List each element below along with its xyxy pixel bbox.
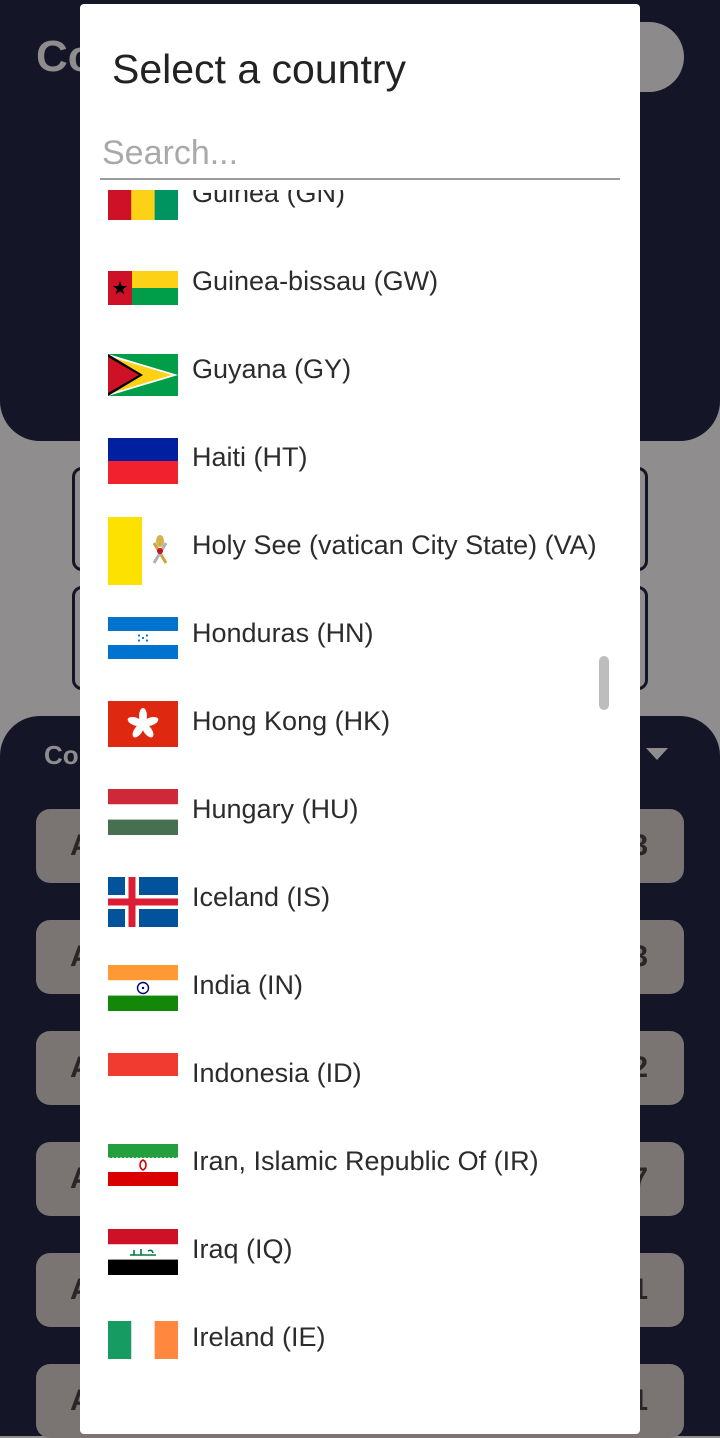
honduras-flag-icon: [108, 617, 178, 659]
search-input[interactable]: [100, 126, 620, 180]
ireland-flag-icon: [108, 1321, 178, 1359]
country-item-india[interactable]: India (IN): [80, 944, 640, 1032]
country-name: Ireland (IE): [192, 1322, 326, 1352]
country-item-honduras[interactable]: Honduras (HN): [80, 592, 640, 680]
country-name: Guyana (GY): [192, 354, 352, 384]
country-item-guinea[interactable]: Guinea (GN): [80, 190, 640, 240]
iceland-flag-icon: [108, 877, 178, 927]
country-item-haiti[interactable]: Haiti (HT): [80, 416, 640, 504]
country-name: Guinea (GN): [192, 190, 346, 208]
country-name: India (IN): [192, 970, 304, 1000]
guyana-flag-icon: [108, 354, 178, 396]
haiti-flag-icon: [108, 438, 178, 484]
country-picker-dialog: Select a country Guinea (GN) Guinea-biss…: [80, 4, 640, 1434]
hong-kong-flag-icon: [108, 701, 178, 747]
country-item-ireland[interactable]: Ireland (IE): [80, 1296, 640, 1384]
country-name: Hungary (HU): [192, 794, 359, 824]
country-item-guyana[interactable]: Guyana (GY): [80, 328, 640, 416]
background-section-title: Co: [44, 740, 79, 770]
country-name: Holy See (vatican City State) (VA): [192, 530, 597, 560]
list-scrollbar[interactable]: [599, 656, 609, 710]
guinea-flag-icon: [108, 190, 178, 220]
country-item-hungary[interactable]: Hungary (HU): [80, 768, 640, 856]
country-item-hong-kong[interactable]: Hong Kong (HK): [80, 680, 640, 768]
country-item-iran[interactable]: Iran, Islamic Republic Of (IR): [80, 1120, 640, 1208]
india-flag-icon: [108, 965, 178, 1011]
guinea-bissau-flag-icon: [108, 271, 178, 305]
indonesia-flag-icon: [108, 1053, 178, 1099]
country-item-partial[interactable]: [80, 1384, 640, 1434]
country-name: Iceland (IS): [192, 882, 331, 912]
iraq-flag-icon: [108, 1229, 178, 1275]
country-name: Iran, Islamic Republic Of (IR): [192, 1146, 539, 1176]
israel-flag-icon: [108, 1412, 178, 1416]
country-item-indonesia[interactable]: Indonesia (ID): [80, 1032, 640, 1120]
dialog-title: Select a country: [112, 46, 406, 92]
country-name: Hong Kong (HK): [192, 706, 391, 736]
country-item-vatican[interactable]: Holy See (vatican City State) (VA): [80, 504, 640, 592]
country-name: Guinea-bissau (GW): [192, 266, 439, 296]
country-name: Honduras (HN): [192, 618, 374, 648]
hungary-flag-icon: [108, 789, 178, 835]
country-name: Iraq (IQ): [192, 1234, 293, 1264]
country-name: Indonesia (ID): [192, 1058, 362, 1088]
iran-flag-icon: [108, 1144, 178, 1186]
country-item-guinea-bissau[interactable]: Guinea-bissau (GW): [80, 240, 640, 328]
country-item-iceland[interactable]: Iceland (IS): [80, 856, 640, 944]
chevron-down-icon: [646, 748, 668, 760]
country-item-iraq[interactable]: Iraq (IQ): [80, 1208, 640, 1296]
country-list[interactable]: Guinea (GN) Guinea-bissau (GW) Guyana (G…: [80, 190, 640, 1434]
country-name: Haiti (HT): [192, 442, 308, 472]
vatican-flag-icon: [108, 517, 178, 585]
